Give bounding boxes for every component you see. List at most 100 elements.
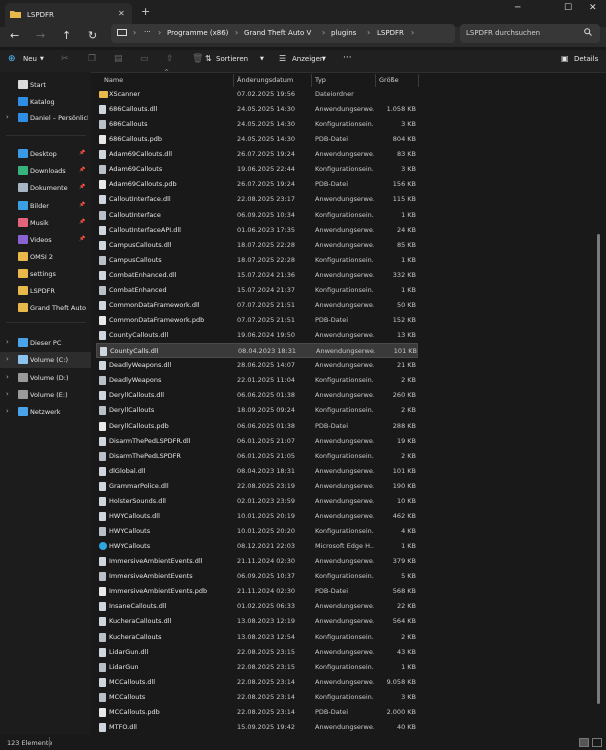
file-row[interactable]: KucheraCallouts 13.08.2023 12:54 Konfigura…	[96, 630, 418, 645]
chevron-right-icon[interactable]: ›	[6, 390, 9, 398]
column-header-name[interactable]: Name	[104, 76, 123, 84]
up-button[interactable]: ↑	[62, 29, 71, 42]
search-input[interactable]: LSPDFR durchsuchen	[466, 29, 540, 37]
new-button[interactable]: Neu	[23, 55, 37, 63]
column-divider[interactable]	[375, 74, 376, 87]
sort-button[interactable]: Sortieren	[216, 55, 248, 63]
column-header-type[interactable]: Typ	[315, 76, 326, 84]
file-row[interactable]: Adam69Callouts.pdb 26.07.2025 19:24 PDB-Da…	[96, 177, 418, 192]
paste-icon[interactable]: ▤	[114, 54, 123, 64]
breadcrumb-plugins[interactable]: plugins	[331, 29, 356, 37]
file-row[interactable]: CountyCallouts.dll 19.06.2024 19:50 Anwend…	[96, 328, 418, 343]
sidebar-item[interactable]: › Volume (E:)	[0, 387, 91, 403]
file-row[interactable]: Adam69Callouts 19.06.2025 22:44 Konfigurat…	[96, 162, 418, 177]
file-row[interactable]: DisarmThePedLSPDFR.dll 06.01.2025 21:07 An…	[96, 434, 418, 449]
file-row[interactable]: CombatEnhanced 15.07.2024 21:37 Konfigurat…	[96, 283, 418, 298]
close-button[interactable]: ✕	[589, 3, 597, 13]
sidebar-item[interactable]: › Dieser PC	[0, 335, 91, 351]
file-row[interactable]: CombatEnhanced.dll 15.07.2024 21:36 Anwend…	[96, 268, 418, 283]
details-button[interactable]: Details	[574, 55, 598, 63]
sidebar-item[interactable]: › Volume (D:)	[0, 370, 91, 386]
file-row[interactable]: ImmersiveAmbientEvents.dll 21.11.2024 02:…	[96, 554, 418, 569]
back-button[interactable]: ←	[10, 29, 19, 42]
file-row[interactable]: DeryllCallouts.pdb 06.06.2025 01:38 PDB-Da…	[96, 419, 418, 434]
column-divider[interactable]	[311, 74, 312, 87]
file-row[interactable]: dlGlobal.dll 08.04.2023 18:31 Anwendungser…	[96, 464, 418, 479]
sidebar-item[interactable]: Desktop 📌	[0, 146, 91, 162]
details-view-toggle[interactable]	[579, 738, 589, 747]
new-tab-button[interactable]: +	[141, 5, 150, 18]
file-row[interactable]: CalloutInterfaceAPI.dll 01.06.2023 17:35 A…	[96, 223, 418, 238]
sidebar-item[interactable]: › Netzwerk	[0, 404, 91, 420]
file-row[interactable]: CampusCallouts 18.07.2025 22:28 Konfigurat…	[96, 253, 418, 268]
maximize-button[interactable]: ☐	[564, 3, 572, 13]
scrollbar-thumb[interactable]	[597, 234, 600, 704]
file-row[interactable]: 686Callouts.dll 24.05.2025 14:30 Anwendung…	[96, 102, 418, 117]
file-row[interactable]: CommonDataFramework.pdb 07.07.2025 21:51 P…	[96, 313, 418, 328]
file-row[interactable]: Adam69Callouts.dll 26.07.2025 19:24 Anwend…	[96, 147, 418, 162]
delete-icon[interactable]: 🗑	[192, 54, 203, 64]
copy-icon[interactable]: ❐	[88, 54, 96, 64]
file-row[interactable]: DeryllCallouts 18.09.2025 09:24 Konfigurat…	[96, 403, 418, 418]
refresh-button[interactable]: ↻	[88, 29, 97, 42]
address-bar[interactable]: › ··· › Programme (x86) › Grand Theft Au…	[111, 24, 455, 43]
file-row[interactable]: HWYCallouts 10.01.2025 20:20 Konfiguration…	[96, 524, 418, 539]
minimize-button[interactable]: ─	[515, 3, 520, 13]
breadcrumb-more-button[interactable]: ···	[144, 28, 151, 36]
breadcrumb-lspdfr[interactable]: LSPDFR	[377, 29, 404, 37]
file-row[interactable]: ImmersiveAmbientEvents.pdb 21.11.2024 02:…	[96, 584, 418, 599]
column-header-date[interactable]: Änderungsdatum	[237, 76, 293, 84]
file-row[interactable]: LidarGun.dll 22.08.2025 23:15 Anwendungser…	[96, 645, 418, 660]
chevron-right-icon[interactable]: ›	[6, 113, 9, 121]
file-row[interactable]: CampusCallouts.dll 18.07.2025 22:28 Anwend…	[96, 238, 418, 253]
cut-icon[interactable]: ✂	[61, 54, 69, 64]
file-row[interactable]: GrammarPolice.dll 22.08.2025 23:19 Anwendu…	[96, 479, 418, 494]
view-button[interactable]: Anzeigen	[292, 55, 324, 63]
tiles-view-toggle[interactable]	[592, 738, 602, 747]
file-row[interactable]: 686Callouts.pdb 24.05.2025 14:30 PDB-Datei…	[96, 132, 418, 147]
sidebar-item[interactable]: Dokumente 📌	[0, 180, 91, 196]
file-row[interactable]: 686Callouts 24.05.2025 14:30 Konfiguration…	[96, 117, 418, 132]
search-box[interactable]: LSPDFR durchsuchen	[460, 24, 600, 43]
file-row[interactable]: LidarGun 22.08.2025 23:15 Konfigurationsei…	[96, 660, 418, 675]
file-row[interactable]: KucheraCallouts.dll 13.08.2023 12:19 Anwen…	[96, 614, 418, 629]
file-row[interactable]: MCCallouts.pdb 22.08.2025 23:14 PDB-Datei 2…	[96, 705, 418, 720]
file-row[interactable]: HWYCallouts 08.12.2021 22:03 Microsoft Edg…	[96, 539, 418, 554]
sidebar-item[interactable]: Musik 📌	[0, 215, 91, 231]
sidebar-item[interactable]: Videos 📌	[0, 232, 91, 248]
column-divider[interactable]	[233, 74, 234, 87]
chevron-right-icon[interactable]: ›	[6, 355, 9, 363]
file-row[interactable]: CountyCalls.dll 08.04.2023 18:31 Anwendung…	[96, 343, 418, 359]
file-row[interactable]: HWYCallouts.dll 10.01.2025 20:19 Anwendung…	[96, 509, 418, 524]
forward-button[interactable]: →	[36, 29, 45, 42]
file-row[interactable]: InsaneCallouts.dll 01.02.2025 06:33 Anwend…	[96, 599, 418, 614]
column-divider[interactable]	[418, 74, 419, 87]
file-row[interactable]: MCCallouts.dll 22.08.2025 23:14 Anwendungs…	[96, 675, 418, 690]
chevron-right-icon[interactable]: ›	[6, 338, 9, 346]
file-row[interactable]: DeadlyWeapons.dll 28.06.2025 14:07 Anwendu…	[96, 358, 418, 373]
more-options-button[interactable]: ···	[343, 53, 352, 63]
file-row[interactable]: ImmersiveAmbientEvents 06.09.2025 10:37 Ko…	[96, 569, 418, 584]
file-row[interactable]: CalloutInterface 06.09.2025 10:34 Konfigur…	[96, 208, 418, 223]
sidebar-item[interactable]: Downloads 📌	[0, 163, 91, 179]
sidebar-item[interactable]: › Volume (C:)	[0, 352, 91, 368]
sidebar-item[interactable]: settings	[0, 266, 91, 282]
file-row[interactable]: MTFO.dll 15.09.2025 19:42 Anwendungserwe..…	[96, 720, 418, 735]
breadcrumb-programme[interactable]: Programme (x86)	[167, 29, 228, 37]
breadcrumb-gta[interactable]: Grand Theft Auto V	[244, 29, 311, 37]
share-icon[interactable]: ⇪	[166, 54, 174, 64]
sidebar-item[interactable]: Katalog	[0, 94, 91, 110]
column-header-size[interactable]: Größe	[379, 76, 399, 84]
file-row[interactable]: DisarmThePedLSPDFR 06.01.2025 21:05 Konfig…	[96, 449, 418, 464]
file-row[interactable]: CommonDataFramework.dll 07.07.2025 21:51 A…	[96, 298, 418, 313]
tab-close-icon[interactable]: ✕	[118, 9, 125, 18]
sidebar-item[interactable]: OMSI 2	[0, 249, 91, 265]
sidebar-item[interactable]: LSPDFR	[0, 283, 91, 299]
sidebar-item[interactable]: Grand Theft Auto V	[0, 300, 91, 316]
file-row[interactable]: DeryllCallouts.dll 06.06.2025 01:38 Anwend…	[96, 388, 418, 403]
chevron-right-icon[interactable]: ›	[6, 373, 9, 381]
file-row[interactable]: MCCallouts 22.08.2025 23:14 Konfigurations…	[96, 690, 418, 705]
sidebar-item[interactable]: Start	[0, 77, 91, 93]
file-row[interactable]: DeadlyWeapons 22.01.2025 11:04 Konfigurati…	[96, 373, 418, 388]
file-row[interactable]: XScanner 07.02.2025 19:56 Dateiordner	[96, 87, 418, 102]
